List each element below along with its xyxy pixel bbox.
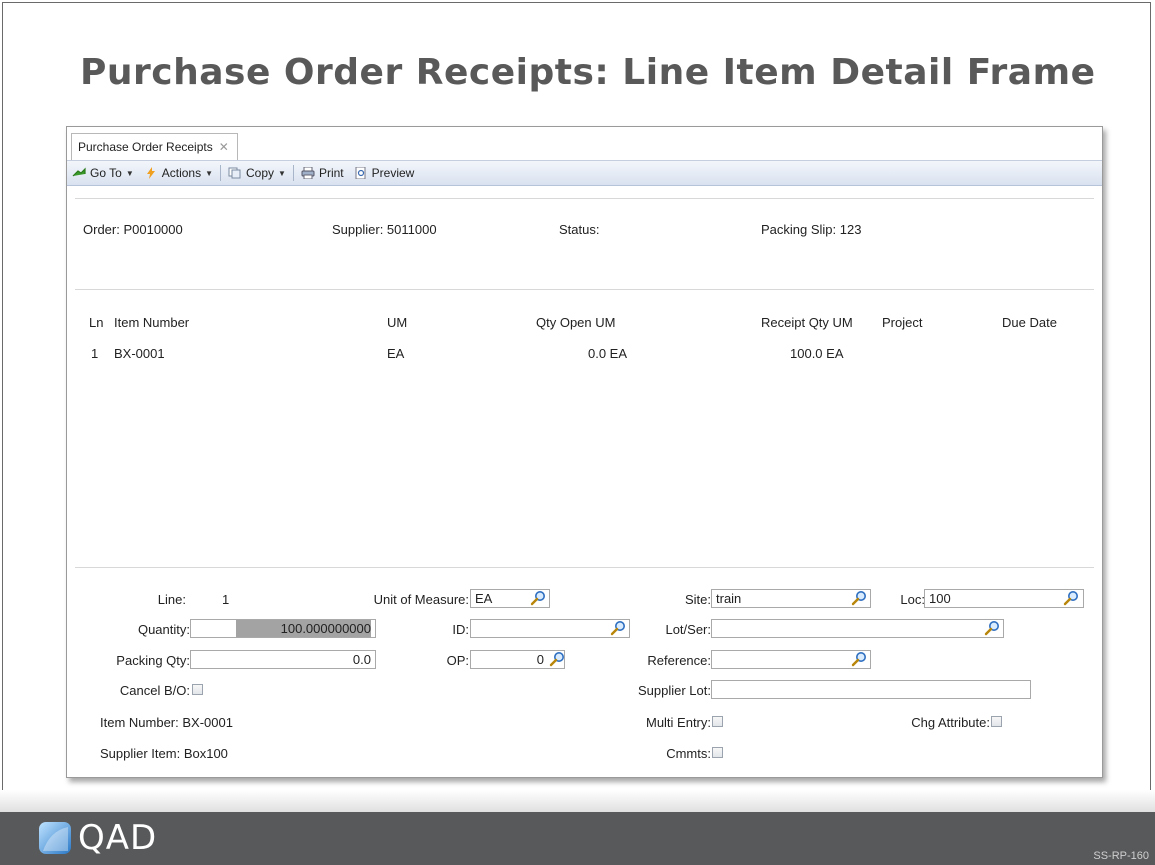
qad-logo: QAD	[38, 818, 158, 858]
goto-button[interactable]: Go To ▼	[67, 161, 139, 185]
cmmts-checkbox[interactable]	[712, 747, 723, 758]
column-header-receipt-qty: Receipt Qty UM	[761, 315, 853, 330]
cell-qty-open: 0.0 EA	[588, 346, 628, 361]
line-value: 1	[222, 592, 230, 607]
print-button[interactable]: Print	[296, 161, 349, 185]
tab-purchase-order-receipts[interactable]: Purchase Order Receipts ✕	[71, 133, 238, 160]
loc-label: Loc:	[900, 592, 925, 607]
preview-label: Preview	[371, 166, 415, 180]
search-icon[interactable]	[1063, 590, 1079, 606]
quantity-label: Quantity:	[137, 622, 190, 637]
reference-label: Reference:	[647, 653, 711, 668]
cell-ln: 1	[91, 346, 99, 361]
column-header-due-date: Due Date	[1002, 315, 1057, 330]
item-number-readout: Item Number: BX-0001	[100, 715, 233, 730]
multi-entry-checkbox[interactable]	[712, 716, 723, 727]
go-arrow-icon	[72, 167, 86, 177]
supplier-lot-field[interactable]	[711, 680, 1031, 699]
copy-button[interactable]: Copy ▼	[223, 161, 291, 185]
quantity-field[interactable]: 100.000000000	[190, 619, 376, 638]
tab-label: Purchase Order Receipts	[78, 140, 213, 154]
packing-slip-field: Packing Slip: 123	[761, 222, 862, 237]
column-header-project: Project	[882, 315, 923, 330]
lot-ser-field[interactable]	[711, 619, 1004, 638]
copy-icon	[228, 167, 241, 179]
search-icon[interactable]	[984, 620, 1000, 636]
preview-icon	[355, 167, 366, 179]
search-icon[interactable]	[549, 651, 565, 667]
footer: QAD SS-RP-160	[0, 790, 1155, 865]
column-header-ln: Ln	[89, 315, 104, 330]
cell-item-number: BX-0001	[114, 346, 165, 361]
actions-label: Actions	[161, 166, 202, 180]
cmmts-label: Cmmts:	[666, 746, 711, 761]
cell-um: EA	[387, 346, 405, 361]
logo-text: QAD	[78, 818, 158, 858]
toolbar: Go To ▼ Actions ▼ Copy ▼ Print Preview	[67, 160, 1102, 186]
search-icon[interactable]	[610, 620, 626, 636]
op-label: OP:	[446, 653, 469, 668]
slide-title: Purchase Order Receipts: Line Item Detai…	[80, 52, 1096, 93]
chevron-down-icon: ▼	[125, 168, 134, 178]
chevron-down-icon: ▼	[278, 168, 286, 178]
goto-label: Go To	[90, 166, 122, 180]
cancel-bo-label: Cancel B/O:	[119, 683, 190, 698]
column-header-um: UM	[387, 315, 408, 330]
column-header-qty-open: Qty Open UM	[536, 315, 616, 330]
id-label: ID:	[452, 622, 469, 637]
line-label: Line:	[157, 592, 186, 607]
lightning-icon	[146, 167, 155, 179]
packing-qty-field[interactable]: 0.0	[190, 650, 376, 669]
packing-qty-label: Packing Qty:	[116, 653, 190, 668]
cell-receipt-qty: 100.0 EA	[790, 346, 844, 361]
qad-logo-icon	[39, 822, 71, 854]
toolbar-separator	[220, 165, 222, 181]
preview-button[interactable]: Preview	[349, 161, 420, 185]
lot-ser-label: Lot/Ser:	[665, 622, 711, 637]
cancel-bo-checkbox[interactable]	[192, 684, 203, 695]
search-icon[interactable]	[851, 651, 867, 667]
order-field: Order: P0010000	[83, 222, 183, 237]
status-field: Status:	[559, 222, 600, 237]
footer-bar	[0, 812, 1155, 865]
search-icon[interactable]	[851, 590, 867, 606]
close-icon[interactable]: ✕	[219, 140, 229, 154]
copy-label: Copy	[246, 166, 275, 180]
divider	[75, 289, 1094, 290]
supplier-lot-label: Supplier Lot:	[638, 683, 711, 698]
app-window: Purchase Order Receipts ✕ Go To ▼ Action…	[66, 126, 1103, 778]
site-label: Site:	[684, 592, 711, 607]
slide-code: SS-RP-160	[1093, 850, 1149, 862]
site-field[interactable]: train	[711, 589, 871, 608]
chevron-down-icon: ▼	[205, 168, 214, 178]
id-field[interactable]	[470, 619, 630, 638]
uom-label: Unit of Measure:	[373, 592, 469, 607]
supplier-field: Supplier: 5011000	[332, 222, 437, 237]
divider	[75, 567, 1094, 568]
footer-gradient	[0, 790, 1155, 812]
chg-attribute-checkbox[interactable]	[991, 716, 1002, 727]
multi-entry-label: Multi Entry:	[645, 715, 711, 730]
reference-field[interactable]	[711, 650, 871, 669]
printer-icon	[301, 167, 315, 179]
search-icon[interactable]	[530, 590, 546, 606]
toolbar-separator	[292, 165, 294, 181]
column-header-item-number: Item Number	[114, 315, 190, 330]
actions-button[interactable]: Actions ▼	[139, 161, 218, 185]
divider	[75, 198, 1094, 199]
chg-attribute-label: Chg Attribute:	[911, 715, 990, 730]
supplier-item-readout: Supplier Item: Box100	[100, 746, 228, 761]
print-label: Print	[318, 166, 344, 180]
loc-field[interactable]: 100	[924, 589, 1084, 608]
tab-strip: Purchase Order Receipts ✕	[67, 127, 1102, 160]
